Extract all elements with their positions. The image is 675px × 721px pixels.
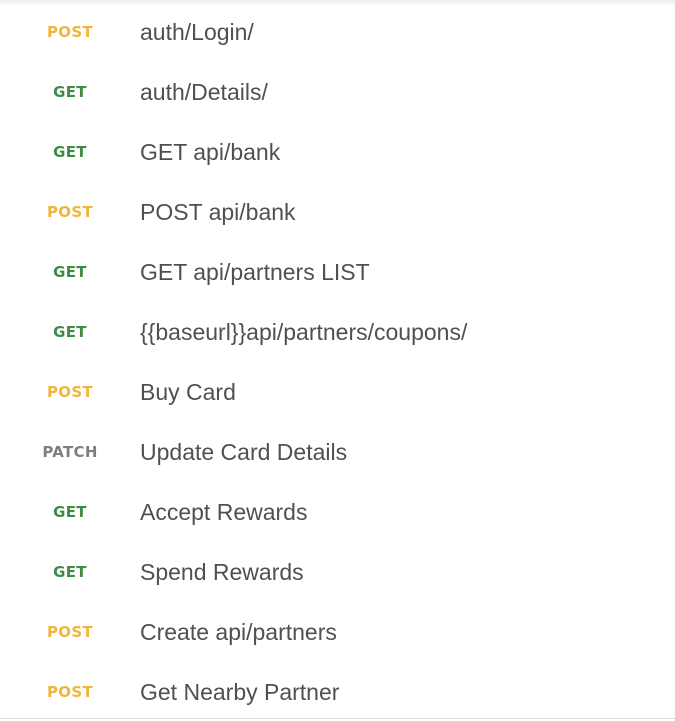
- method-badge: POST: [47, 203, 93, 221]
- request-item-create-api-partners[interactable]: POST Create api/partners: [0, 602, 675, 662]
- method-badge: POST: [47, 623, 93, 641]
- request-name: GET api/partners LIST: [140, 258, 370, 285]
- method-badge: GET: [53, 143, 87, 161]
- request-name: {{baseurl}}api/partners/coupons/: [140, 318, 468, 345]
- method-badge: GET: [53, 323, 87, 341]
- request-item-update-card-details[interactable]: PATCH Update Card Details: [0, 422, 675, 482]
- request-name: Accept Rewards: [140, 498, 308, 525]
- request-list-panel: POST auth/Login/ GET auth/Details/ GET G…: [0, 0, 675, 721]
- bottom-divider: [0, 718, 675, 719]
- request-item-get-api-bank[interactable]: GET GET api/bank: [0, 122, 675, 182]
- request-name: Spend Rewards: [140, 558, 304, 585]
- method-badge: POST: [47, 23, 93, 41]
- request-item-get-nearby-partner[interactable]: POST Get Nearby Partner: [0, 662, 675, 721]
- request-name: Buy Card: [140, 378, 236, 405]
- request-name: POST api/bank: [140, 198, 296, 225]
- request-item-auth-details[interactable]: GET auth/Details/: [0, 62, 675, 122]
- method-badge: PATCH: [42, 443, 98, 461]
- request-item-auth-login[interactable]: POST auth/Login/: [0, 2, 675, 62]
- request-name: GET api/bank: [140, 138, 281, 165]
- request-name: Get Nearby Partner: [140, 678, 340, 705]
- method-badge: GET: [53, 503, 87, 521]
- request-item-spend-rewards[interactable]: GET Spend Rewards: [0, 542, 675, 602]
- method-badge: POST: [47, 683, 93, 701]
- request-name: auth/Login/: [140, 18, 254, 45]
- method-badge: GET: [53, 83, 87, 101]
- request-item-get-api-partners-list[interactable]: GET GET api/partners LIST: [0, 242, 675, 302]
- request-item-buy-card[interactable]: POST Buy Card: [0, 362, 675, 422]
- method-badge: GET: [53, 263, 87, 281]
- request-item-partners-coupons[interactable]: GET {{baseurl}}api/partners/coupons/: [0, 302, 675, 362]
- method-badge: POST: [47, 383, 93, 401]
- request-name: Update Card Details: [140, 438, 348, 465]
- request-item-post-api-bank[interactable]: POST POST api/bank: [0, 182, 675, 242]
- request-list: POST auth/Login/ GET auth/Details/ GET G…: [0, 2, 675, 721]
- method-badge: GET: [53, 563, 87, 581]
- request-name: auth/Details/: [140, 78, 268, 105]
- request-item-accept-rewards[interactable]: GET Accept Rewards: [0, 482, 675, 542]
- request-name: Create api/partners: [140, 618, 337, 645]
